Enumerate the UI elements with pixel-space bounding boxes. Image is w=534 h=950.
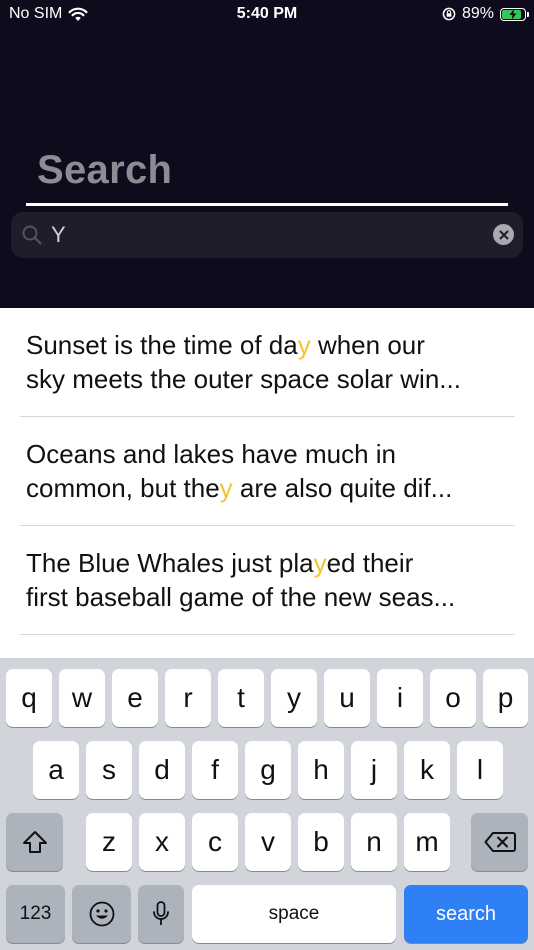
key-h[interactable]: h [298,741,344,799]
backspace-icon [484,832,516,852]
charging-bolt-icon [509,8,517,20]
key-b[interactable]: b [298,813,344,871]
match-highlight: y [297,330,311,360]
space-key[interactable]: space [192,885,396,943]
emoji-icon [89,901,114,927]
status-bar: No SIM 5:40 PM 89% [0,0,534,28]
key-k[interactable]: k [404,741,450,799]
result-line: Sunset is the time of day when our [26,330,425,361]
result-text: common, but the [26,473,220,503]
numbers-key[interactable]: 123 [6,885,65,943]
result-item[interactable]: Oceans and lakes have much in common, bu… [20,417,515,526]
match-highlight: y [219,473,233,503]
key-z[interactable]: z [86,813,132,871]
results-list: Sunset is the time of day when our sky m… [0,308,534,635]
search-key[interactable]: search [404,885,528,943]
key-d[interactable]: d [139,741,185,799]
battery-percent: 89% [461,5,494,22]
result-item[interactable]: The Blue Whales just played their first … [20,526,515,635]
result-text: The Blue Whales just pla [26,548,314,578]
result-line: sky meets the outer space solar win... [26,364,461,395]
search-input[interactable] [51,220,481,250]
key-u[interactable]: u [324,669,370,727]
status-right: 89% [442,5,529,23]
key-e[interactable]: e [112,669,158,727]
battery-nub [527,11,529,17]
header-area: No SIM 5:40 PM 89% Search [0,0,534,308]
key-g[interactable]: g [245,741,291,799]
microphone-icon [153,901,169,925]
result-text: first baseball game of the new seas... [26,582,456,612]
backspace-key[interactable] [471,813,528,871]
result-line: Oceans and lakes have much in [26,439,396,470]
key-n[interactable]: n [351,813,397,871]
keyboard: q w e r t y u i o p a s d f g h j k l z … [0,658,534,950]
key-m[interactable]: m [404,813,450,871]
result-text: ed their [326,548,414,578]
key-v[interactable]: v [245,813,291,871]
key-i[interactable]: i [377,669,423,727]
match-highlight: y [313,548,327,578]
key-y[interactable]: y [271,669,317,727]
result-line: first baseball game of the new seas... [26,582,455,613]
battery-icon [500,7,529,21]
key-q[interactable]: q [6,669,52,727]
close-icon [499,230,508,239]
key-r[interactable]: r [165,669,211,727]
orientation-lock-icon [442,7,456,21]
result-text: sky meets the outer space solar win... [26,364,461,394]
key-s[interactable]: s [86,741,132,799]
clear-search-button[interactable] [493,224,514,245]
result-text: Sunset is the time of da [26,330,298,360]
result-text: are also quite dif... [232,473,453,503]
result-item[interactable]: Sunset is the time of day when our sky m… [20,308,515,417]
key-j[interactable]: j [351,741,397,799]
emoji-key[interactable] [72,885,131,943]
dictation-key[interactable] [138,885,184,943]
shift-icon [22,831,47,853]
key-c[interactable]: c [192,813,238,871]
key-l[interactable]: l [457,741,503,799]
key-t[interactable]: t [218,669,264,727]
result-text: when our [310,330,425,360]
search-bar[interactable] [11,212,523,258]
search-icon [22,225,42,245]
key-o[interactable]: o [430,669,476,727]
key-p[interactable]: p [483,669,528,727]
key-f[interactable]: f [192,741,238,799]
title-underline [26,203,508,206]
result-line: The Blue Whales just played their [26,548,413,579]
result-line: common, but they are also quite dif... [26,473,452,504]
key-a[interactable]: a [33,741,79,799]
key-w[interactable]: w [59,669,105,727]
key-x[interactable]: x [139,813,185,871]
result-text: Oceans and lakes have much in [26,439,396,469]
page-title: Search [37,148,173,192]
shift-key[interactable] [6,813,63,871]
